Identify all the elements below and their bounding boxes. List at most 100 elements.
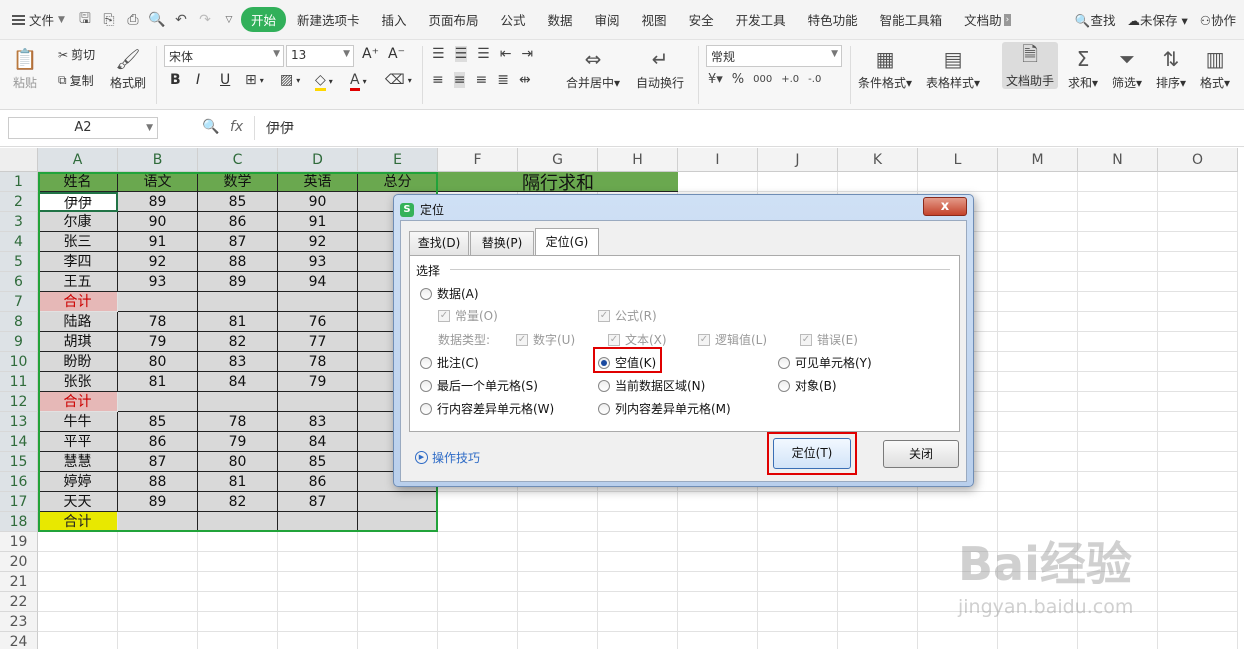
sheet-cell[interactable] [1078, 252, 1158, 272]
sheet-cell[interactable] [598, 612, 678, 632]
sheet-cell[interactable]: 合计 [38, 392, 118, 412]
sheet-cell[interactable] [1078, 212, 1158, 232]
sheet-cell[interactable] [1158, 412, 1238, 432]
sheet-cell[interactable] [1078, 292, 1158, 312]
sheet-cell[interactable] [1078, 392, 1158, 412]
italic-button[interactable]: I [196, 72, 200, 88]
doc-assistant-button[interactable]: 🗎 文档助手 [1002, 42, 1059, 89]
sheet-cell[interactable] [838, 552, 918, 572]
row-header[interactable]: 18 [0, 512, 38, 532]
align-top-icon[interactable]: ☰ [432, 46, 445, 62]
tab-home[interactable]: 开始 [240, 7, 286, 32]
file-menu[interactable]: 文件 ▼ [0, 10, 73, 29]
tab-developer[interactable]: 开发工具 [725, 10, 797, 29]
row-header[interactable]: 23 [0, 612, 38, 632]
sheet-cell[interactable] [118, 292, 198, 312]
sheet-cell[interactable]: 盼盼 [38, 352, 118, 372]
sheet-cell[interactable] [358, 512, 438, 532]
column-header[interactable]: C [198, 148, 278, 172]
column-header[interactable]: K [838, 148, 918, 172]
radio-row-diff[interactable]: 行内容差异单元格(W) [420, 400, 554, 417]
sheet-cell[interactable] [758, 492, 838, 512]
sheet-cell[interactable] [1158, 392, 1238, 412]
sheet-cell[interactable]: 天天 [38, 492, 118, 512]
sheet-cell[interactable] [118, 552, 198, 572]
tab-review[interactable]: 审阅 [584, 10, 631, 29]
sheet-cell[interactable] [598, 552, 678, 572]
row-header[interactable]: 5 [0, 252, 38, 272]
sheet-cell[interactable] [1078, 172, 1158, 192]
sheet-cell[interactable] [1158, 332, 1238, 352]
sheet-cell[interactable] [998, 192, 1078, 212]
sheet-cell[interactable] [438, 512, 518, 532]
sheet-cell[interactable] [678, 172, 758, 192]
sheet-cell[interactable] [1158, 472, 1238, 492]
fill-color-button[interactable]: ◇ ▾ [315, 72, 333, 91]
sheet-cell[interactable] [358, 592, 438, 612]
sort-button[interactable]: ⇅ 排序▾ [1156, 44, 1186, 91]
sheet-cell[interactable]: 语文 [118, 172, 198, 192]
sheet-cell[interactable] [38, 632, 118, 649]
sheet-cell[interactable] [758, 532, 838, 552]
sheet-cell[interactable] [1158, 492, 1238, 512]
column-header[interactable]: B [118, 148, 198, 172]
sheet-cell[interactable] [118, 612, 198, 632]
sheet-cell[interactable] [438, 492, 518, 512]
sheet-cell[interactable]: 平平 [38, 432, 118, 452]
sheet-cell[interactable] [1078, 492, 1158, 512]
sheet-cell[interactable] [1158, 192, 1238, 212]
conditional-format-button[interactable]: ▦ 条件格式▾ [858, 44, 912, 91]
sheet-cell[interactable] [118, 592, 198, 612]
sheet-cell[interactable] [358, 572, 438, 592]
select-all-corner[interactable] [0, 148, 38, 172]
sheet-cell[interactable] [38, 552, 118, 572]
sum-button[interactable]: Σ 求和▾ [1068, 44, 1098, 91]
sheet-cell[interactable]: 85 [278, 452, 358, 472]
radio-comments[interactable]: 批注(C) [420, 354, 479, 371]
sheet-cell[interactable]: 慧慧 [38, 452, 118, 472]
sheet-cell[interactable] [1158, 272, 1238, 292]
column-header[interactable]: N [1078, 148, 1158, 172]
tab-view[interactable]: 视图 [631, 10, 678, 29]
sheet-cell[interactable] [518, 612, 598, 632]
radio-last-cell[interactable]: 最后一个单元格(S) [420, 377, 538, 394]
distribute-icon[interactable]: ⇹ [519, 72, 531, 88]
sheet-cell[interactable] [838, 492, 918, 512]
sheet-cell[interactable]: 80 [118, 352, 198, 372]
check-number[interactable]: ✓ 数字(U) [516, 331, 575, 348]
sheet-cell[interactable] [1158, 292, 1238, 312]
sheet-cell[interactable] [598, 512, 678, 532]
align-left-icon[interactable]: ≡ [432, 72, 444, 88]
column-header[interactable]: F [438, 148, 518, 172]
row-header[interactable]: 14 [0, 432, 38, 452]
sheet-cell[interactable] [1078, 332, 1158, 352]
dialog-close-button[interactable]: x [923, 197, 967, 216]
sheet-cell[interactable]: 81 [118, 372, 198, 392]
grow-font-button[interactable]: A⁺ [362, 46, 379, 62]
sheet-cell[interactable] [838, 532, 918, 552]
tab-new[interactable]: 新建选项卡 [286, 10, 371, 29]
sheet-cell[interactable] [118, 632, 198, 649]
tab-smart-tools[interactable]: 智能工具箱 [869, 10, 954, 29]
sheet-cell[interactable]: 81 [198, 472, 278, 492]
sheet-cell[interactable] [118, 532, 198, 552]
sheet-cell[interactable]: 90 [278, 192, 358, 212]
check-text[interactable]: ✓ 文本(X) [608, 331, 667, 348]
radio-col-diff[interactable]: 列内容差异单元格(M) [598, 400, 731, 417]
column-header[interactable]: I [678, 148, 758, 172]
sheet-cell[interactable]: 83 [198, 352, 278, 372]
sheet-cell[interactable] [838, 612, 918, 632]
sheet-cell[interactable] [998, 332, 1078, 352]
sheet-cell[interactable]: 合计 [38, 512, 118, 532]
check-constants[interactable]: ✓ 常量(O) [438, 307, 498, 324]
sheet-cell[interactable] [1158, 352, 1238, 372]
column-header[interactable]: O [1158, 148, 1238, 172]
tab-find[interactable]: 查找(D) [409, 231, 469, 255]
column-header[interactable]: D [278, 148, 358, 172]
sheet-cell[interactable] [838, 592, 918, 612]
sheet-cell[interactable] [438, 592, 518, 612]
sheet-cell[interactable] [518, 592, 598, 612]
sheet-cell[interactable] [38, 532, 118, 552]
sheet-cell[interactable]: 88 [198, 252, 278, 272]
column-header[interactable]: M [998, 148, 1078, 172]
